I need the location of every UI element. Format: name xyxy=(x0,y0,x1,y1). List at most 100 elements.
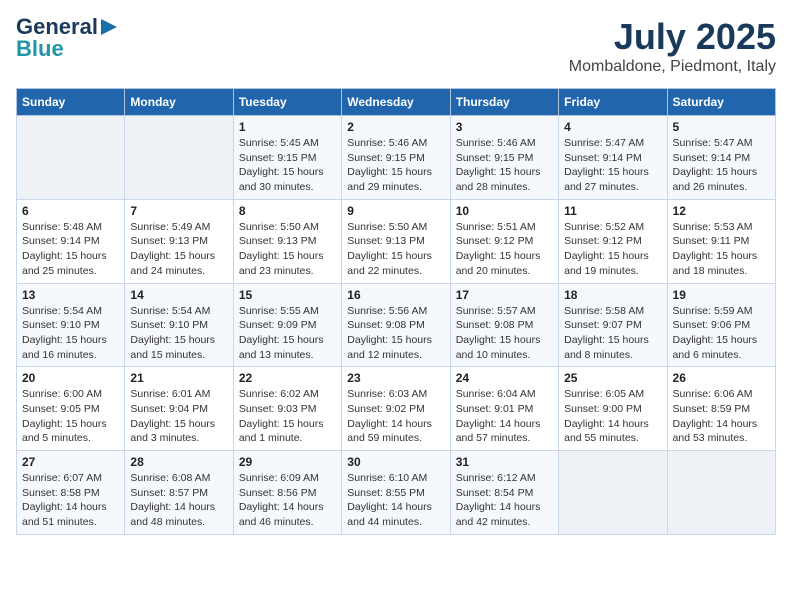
title-block: July 2025 Mombaldone, Piedmont, Italy xyxy=(569,16,776,76)
day-number: 5 xyxy=(673,120,770,134)
day-info: Sunrise: 6:10 AM Sunset: 8:55 PM Dayligh… xyxy=(347,471,444,530)
day-number: 11 xyxy=(564,204,661,218)
calendar-day-cell xyxy=(559,451,667,535)
logo: General Blue xyxy=(16,16,119,60)
calendar-day-cell xyxy=(667,451,775,535)
day-info: Sunrise: 5:46 AM Sunset: 9:15 PM Dayligh… xyxy=(456,136,553,195)
calendar-day-cell: 25 Sunrise: 6:05 AM Sunset: 9:00 PM Dayli… xyxy=(559,367,667,451)
calendar-day-cell: 19 Sunrise: 5:59 AM Sunset: 9:06 PM Dayli… xyxy=(667,283,775,367)
calendar-day-cell: 22 Sunrise: 6:02 AM Sunset: 9:03 PM Dayli… xyxy=(233,367,341,451)
day-number: 10 xyxy=(456,204,553,218)
calendar-week-row: 20Sunrise: 6:00 AM Sunset: 9:05 PM Dayli… xyxy=(17,367,776,451)
calendar-day-cell: 12Sunrise: 5:53 AM Sunset: 9:11 PM Dayli… xyxy=(667,199,775,283)
day-number: 31 xyxy=(456,455,553,469)
day-info: Sunrise: 5:51 AM Sunset: 9:12 PM Dayligh… xyxy=(456,220,553,279)
calendar-day-cell: 14Sunrise: 5:54 AM Sunset: 9:10 PM Dayli… xyxy=(125,283,233,367)
day-info: Sunrise: 5:45 AM Sunset: 9:15 PM Dayligh… xyxy=(239,136,336,195)
day-number: 27 xyxy=(22,455,119,469)
calendar-table: SundayMondayTuesdayWednesdayThursdayFrid… xyxy=(16,88,776,535)
day-number: 17 xyxy=(456,288,553,302)
day-info: Sunrise: 5:57 AM Sunset: 9:08 PM Dayligh… xyxy=(456,304,553,363)
day-number: 16 xyxy=(347,288,444,302)
day-number: 25 xyxy=(564,371,661,385)
calendar-day-cell: 31 Sunrise: 6:12 AM Sunset: 8:54 PM Dayli… xyxy=(450,451,558,535)
calendar-week-row: 1 Sunrise: 5:45 AM Sunset: 9:15 PM Daylig… xyxy=(17,116,776,200)
weekday-header-row: SundayMondayTuesdayWednesdayThursdayFrid… xyxy=(17,89,776,116)
calendar-day-cell xyxy=(125,116,233,200)
day-number: 12 xyxy=(673,204,770,218)
calendar-day-cell: 26Sunrise: 6:06 AM Sunset: 8:59 PM Dayli… xyxy=(667,367,775,451)
day-info: Sunrise: 6:07 AM Sunset: 8:58 PM Dayligh… xyxy=(22,471,119,530)
day-info: Sunrise: 6:02 AM Sunset: 9:03 PM Dayligh… xyxy=(239,387,336,446)
calendar-day-cell: 11Sunrise: 5:52 AM Sunset: 9:12 PM Dayli… xyxy=(559,199,667,283)
day-number: 13 xyxy=(22,288,119,302)
day-info: Sunrise: 6:06 AM Sunset: 8:59 PM Dayligh… xyxy=(673,387,770,446)
day-number: 29 xyxy=(239,455,336,469)
day-info: Sunrise: 5:47 AM Sunset: 9:14 PM Dayligh… xyxy=(673,136,770,195)
calendar-day-cell: 7 Sunrise: 5:49 AM Sunset: 9:13 PM Daylig… xyxy=(125,199,233,283)
calendar-day-cell: 29 Sunrise: 6:09 AM Sunset: 8:56 PM Dayli… xyxy=(233,451,341,535)
calendar-day-cell: 27 Sunrise: 6:07 AM Sunset: 8:58 PM Dayli… xyxy=(17,451,125,535)
weekday-header-cell: Wednesday xyxy=(342,89,450,116)
calendar-week-row: 6 Sunrise: 5:48 AM Sunset: 9:14 PM Daylig… xyxy=(17,199,776,283)
month-title: July 2025 xyxy=(569,16,776,58)
calendar-day-cell: 28Sunrise: 6:08 AM Sunset: 8:57 PM Dayli… xyxy=(125,451,233,535)
location-text: Mombaldone, Piedmont, Italy xyxy=(569,58,776,76)
day-number: 18 xyxy=(564,288,661,302)
calendar-day-cell: 20Sunrise: 6:00 AM Sunset: 9:05 PM Dayli… xyxy=(17,367,125,451)
calendar-day-cell: 15 Sunrise: 5:55 AM Sunset: 9:09 PM Dayli… xyxy=(233,283,341,367)
day-number: 2 xyxy=(347,120,444,134)
day-info: Sunrise: 5:46 AM Sunset: 9:15 PM Dayligh… xyxy=(347,136,444,195)
day-number: 1 xyxy=(239,120,336,134)
calendar-day-cell: 1 Sunrise: 5:45 AM Sunset: 9:15 PM Daylig… xyxy=(233,116,341,200)
calendar-day-cell: 5 Sunrise: 5:47 AM Sunset: 9:14 PM Daylig… xyxy=(667,116,775,200)
calendar-day-cell xyxy=(17,116,125,200)
day-info: Sunrise: 5:48 AM Sunset: 9:14 PM Dayligh… xyxy=(22,220,119,279)
calendar-day-cell: 9 Sunrise: 5:50 AM Sunset: 9:13 PM Daylig… xyxy=(342,199,450,283)
day-number: 7 xyxy=(130,204,227,218)
day-info: Sunrise: 6:05 AM Sunset: 9:00 PM Dayligh… xyxy=(564,387,661,446)
logo-text: General xyxy=(16,16,98,38)
day-info: Sunrise: 5:54 AM Sunset: 9:10 PM Dayligh… xyxy=(130,304,227,363)
weekday-header-cell: Friday xyxy=(559,89,667,116)
calendar-day-cell: 21Sunrise: 6:01 AM Sunset: 9:04 PM Dayli… xyxy=(125,367,233,451)
day-number: 22 xyxy=(239,371,336,385)
calendar-week-row: 27 Sunrise: 6:07 AM Sunset: 8:58 PM Dayli… xyxy=(17,451,776,535)
day-info: Sunrise: 5:54 AM Sunset: 9:10 PM Dayligh… xyxy=(22,304,119,363)
day-info: Sunrise: 5:49 AM Sunset: 9:13 PM Dayligh… xyxy=(130,220,227,279)
weekday-header-cell: Saturday xyxy=(667,89,775,116)
day-info: Sunrise: 6:04 AM Sunset: 9:01 PM Dayligh… xyxy=(456,387,553,446)
day-number: 19 xyxy=(673,288,770,302)
day-number: 15 xyxy=(239,288,336,302)
weekday-header-cell: Monday xyxy=(125,89,233,116)
calendar-day-cell: 4 Sunrise: 5:47 AM Sunset: 9:14 PM Daylig… xyxy=(559,116,667,200)
day-info: Sunrise: 6:12 AM Sunset: 8:54 PM Dayligh… xyxy=(456,471,553,530)
day-info: Sunrise: 6:03 AM Sunset: 9:02 PM Dayligh… xyxy=(347,387,444,446)
day-number: 21 xyxy=(130,371,227,385)
day-number: 8 xyxy=(239,204,336,218)
day-number: 9 xyxy=(347,204,444,218)
day-info: Sunrise: 5:59 AM Sunset: 9:06 PM Dayligh… xyxy=(673,304,770,363)
day-number: 3 xyxy=(456,120,553,134)
day-info: Sunrise: 5:50 AM Sunset: 9:13 PM Dayligh… xyxy=(347,220,444,279)
day-info: Sunrise: 5:50 AM Sunset: 9:13 PM Dayligh… xyxy=(239,220,336,279)
day-number: 6 xyxy=(22,204,119,218)
day-info: Sunrise: 6:00 AM Sunset: 9:05 PM Dayligh… xyxy=(22,387,119,446)
calendar-day-cell: 2 Sunrise: 5:46 AM Sunset: 9:15 PM Daylig… xyxy=(342,116,450,200)
day-info: Sunrise: 6:09 AM Sunset: 8:56 PM Dayligh… xyxy=(239,471,336,530)
calendar-day-cell: 16Sunrise: 5:56 AM Sunset: 9:08 PM Dayli… xyxy=(342,283,450,367)
day-info: Sunrise: 5:58 AM Sunset: 9:07 PM Dayligh… xyxy=(564,304,661,363)
day-info: Sunrise: 5:55 AM Sunset: 9:09 PM Dayligh… xyxy=(239,304,336,363)
day-number: 4 xyxy=(564,120,661,134)
calendar-body: 1 Sunrise: 5:45 AM Sunset: 9:15 PM Daylig… xyxy=(17,116,776,535)
calendar-day-cell: 13 Sunrise: 5:54 AM Sunset: 9:10 PM Dayli… xyxy=(17,283,125,367)
day-info: Sunrise: 5:47 AM Sunset: 9:14 PM Dayligh… xyxy=(564,136,661,195)
calendar-day-cell: 10 Sunrise: 5:51 AM Sunset: 9:12 PM Dayli… xyxy=(450,199,558,283)
calendar-week-row: 13 Sunrise: 5:54 AM Sunset: 9:10 PM Dayli… xyxy=(17,283,776,367)
day-number: 24 xyxy=(456,371,553,385)
calendar-day-cell: 3 Sunrise: 5:46 AM Sunset: 9:15 PM Daylig… xyxy=(450,116,558,200)
day-number: 30 xyxy=(347,455,444,469)
day-number: 28 xyxy=(130,455,227,469)
weekday-header-cell: Sunday xyxy=(17,89,125,116)
logo-blue-text: Blue xyxy=(16,38,64,60)
